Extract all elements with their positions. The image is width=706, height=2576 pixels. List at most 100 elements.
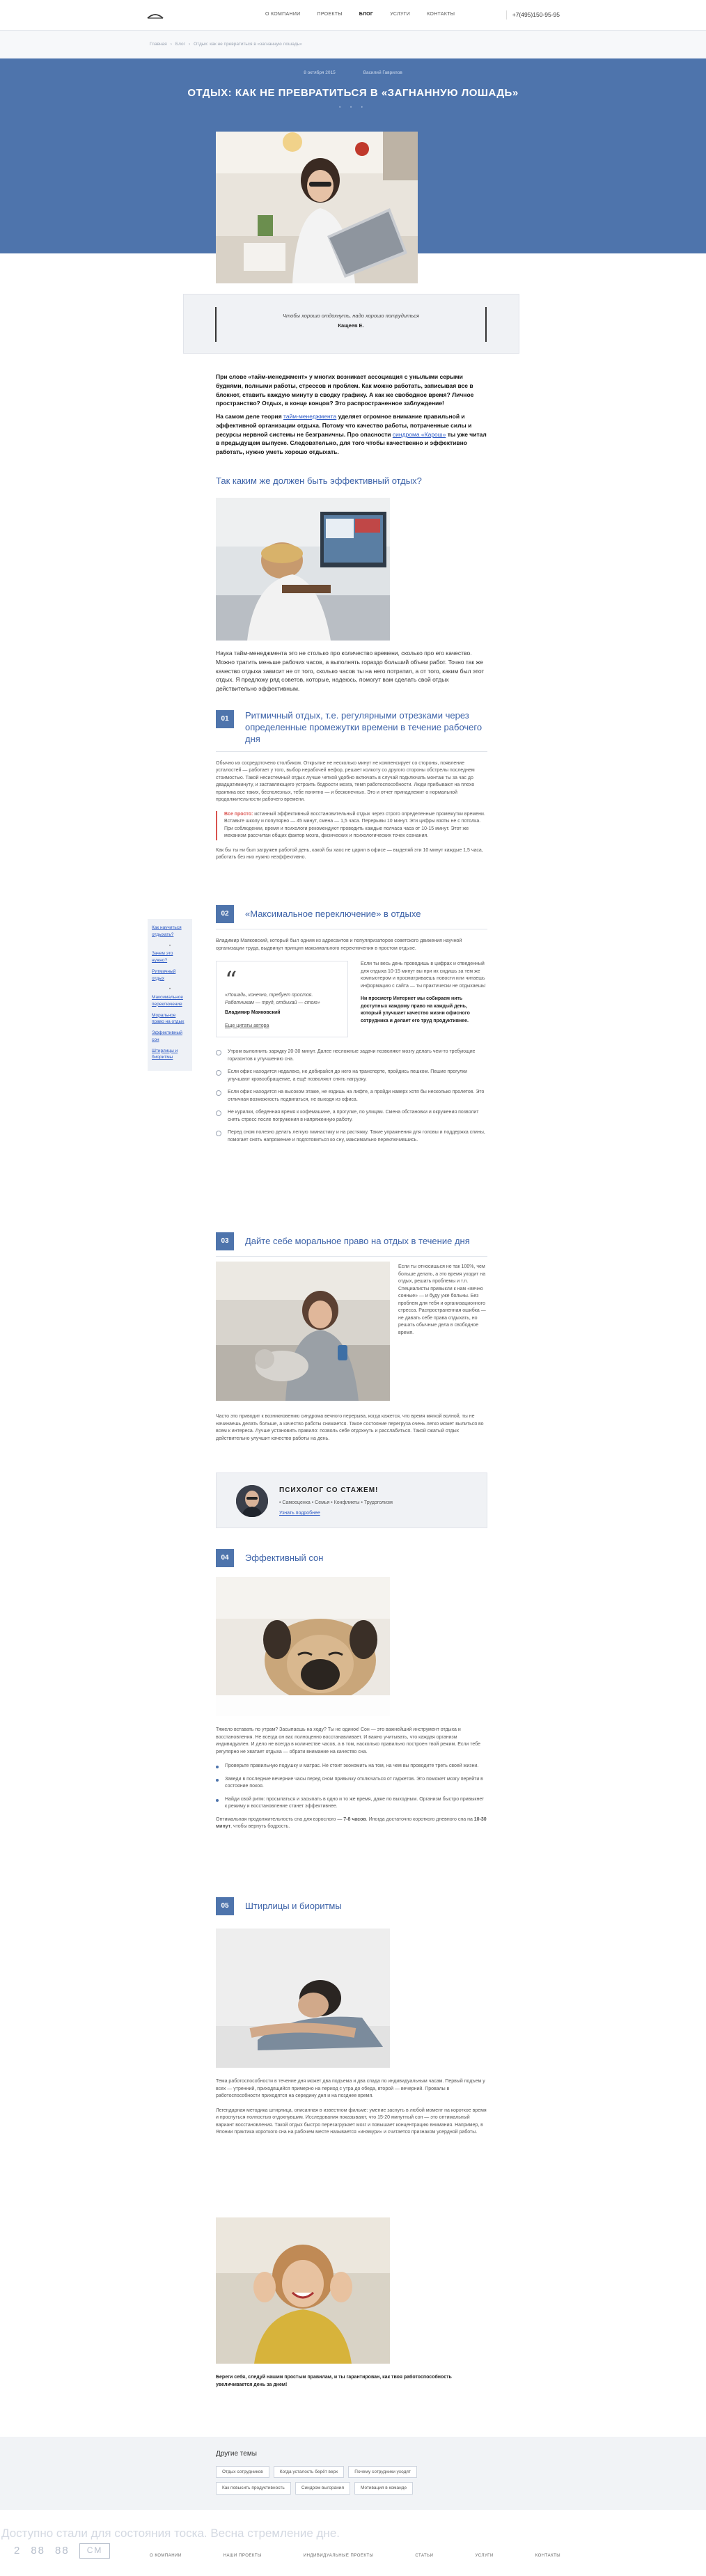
woman-cat-image: [216, 1262, 390, 1401]
main-nav: О компании Проекты Блог Услуги Контакты: [265, 11, 455, 18]
highlight-lead: Все просто:: [224, 811, 253, 817]
footer-nav-item[interactable]: Услуги: [475, 2553, 493, 2559]
article-caption: Береги себя, следуй нашим простым правил…: [216, 2374, 487, 2389]
toc-item[interactable]: Зачем это нужно?: [152, 950, 188, 964]
section-title: Так каким же должен быть эффективный отд…: [216, 476, 422, 486]
footer-counter: 2 88 88 CM: [14, 2543, 111, 2559]
toc-item[interactable]: Эффективный сон: [152, 1030, 188, 1044]
topic-tag[interactable]: Отдых сотрудников: [216, 2466, 269, 2479]
footer-nav-item[interactable]: Контакты: [535, 2553, 560, 2559]
section-02-list: Утром выполнить зарядку 20-30 минут. Дал…: [216, 1049, 487, 1144]
section-02-side-text: Если ты весь день проводишь в цифрах и о…: [361, 961, 486, 989]
section-01-header: 01 Ритмичный отдых, т.е. регулярными отр…: [216, 710, 487, 752]
section-04-title: Эффективный сон: [245, 1553, 324, 1563]
nav-item-company[interactable]: О компании: [265, 11, 300, 18]
section-04-list: Проверьте правильную подушку и матрас. Н…: [216, 1763, 487, 1811]
psychologist-more-link[interactable]: Узнать подробнее: [279, 1510, 320, 1517]
epigraph-author: Кащеев Е.: [338, 322, 364, 329]
footer-nav-item[interactable]: Статьи: [415, 2553, 433, 2559]
list-item: Не курилки, обеденная время к кофемашине…: [216, 1109, 487, 1124]
toc-dot: •: [168, 943, 171, 948]
toc-item[interactable]: Штирлицы и биоритмы: [152, 1048, 188, 1062]
toc-item[interactable]: Максимальное переключение: [152, 994, 188, 1008]
section-02-title: «Максимальное переключение» в отдыхе: [245, 909, 421, 919]
caption-text: Береги себя, следуй нашим простым правил…: [216, 2375, 452, 2387]
breadcrumb-home[interactable]: Главная: [150, 41, 167, 47]
section-03-text: Часто это приводит к возникновению синдр…: [216, 1414, 484, 1441]
section-05-body: Тема работоспособности в течение дня мож…: [216, 2078, 487, 2137]
hero-image-woman-laptop: [216, 132, 418, 283]
footer-button[interactable]: CM: [79, 2543, 111, 2559]
sleep-hours: 7-8 часов: [343, 1816, 366, 1822]
footer-slogan: Доступно стали для состояния тоска. Весн…: [1, 2527, 340, 2540]
footer-nav-item[interactable]: Наши проекты: [223, 2553, 262, 2559]
intro-paragraph-1: При слове «тайм-менеджмент» у многих воз…: [216, 372, 487, 408]
section-03-header: 03 Дайте себе моральное право на отдых в…: [216, 1232, 487, 1257]
breadcrumb-current: Отдых: как не превратиться в «загнанную …: [194, 42, 302, 47]
nav-item-services[interactable]: Услуги: [390, 11, 410, 18]
article-date: 8 октября 2015: [304, 70, 336, 75]
breadcrumb-separator: ›: [170, 42, 172, 47]
article-hero: 8 октября 2015 Василий Гаврилов ОТДЫХ: К…: [0, 58, 706, 283]
topic-tag[interactable]: Когда усталость берёт верх: [273, 2466, 345, 2479]
list-item-text: Проверьте правильную подушку и матрас. Н…: [225, 1764, 479, 1768]
phone-number[interactable]: +7(495)150-95-95: [505, 10, 560, 19]
footer-num: 88: [55, 2545, 70, 2557]
list-item: Если офис находится недалеко, не добирай…: [216, 1069, 487, 1083]
list-item: Утром выполнить зарядку 20-30 минут. Дал…: [216, 1049, 487, 1063]
psychologist-card[interactable]: ПСИХОЛОГ СО СТАЖЕМ! • Самооценка • Семья…: [216, 1472, 487, 1528]
epigraph: Чтобы хорошо отдохнуть, надо хорошо потр…: [215, 307, 487, 342]
section-text: Наука тайм-менеджмента это не столько пр…: [216, 650, 485, 692]
section-03: 03 Дайте себе моральное право на отдых в…: [216, 1232, 487, 1257]
psychologist-tags: • Самооценка • Семья • Конфликты • Трудо…: [279, 1500, 393, 1505]
footer: Доступно стали для состояния тоска. Весн…: [0, 2510, 706, 2576]
section-04: 04 Эффективный сон: [216, 1549, 487, 1573]
intro-text-2a: На самом деле теория: [216, 413, 284, 420]
section-01-highlight: Все просто: истинный эффективный восстан…: [216, 810, 487, 840]
nav-item-contacts[interactable]: Контакты: [427, 11, 455, 18]
breadcrumb: Главная › Блог › Отдых: как не превратит…: [0, 31, 706, 58]
list-item: Проверьте правильную подушку и матрас. Н…: [216, 1763, 487, 1770]
share-dots[interactable]: • • •: [0, 105, 706, 111]
section-number: 05: [216, 1897, 234, 1915]
link-syndrome[interactable]: синдрома «Карош»: [393, 431, 446, 438]
intro-paragraph-2: На самом деле теория тайм-менеджмента уд…: [216, 412, 487, 457]
topic-tag[interactable]: Синдром выгорания: [295, 2482, 350, 2495]
breadcrumb-blog[interactable]: Блог: [175, 41, 185, 47]
topic-tag[interactable]: Мотивация в команде: [354, 2482, 414, 2495]
footer-nav-item[interactable]: Индивидуальные проекты: [304, 2553, 374, 2559]
breadcrumb-separator: ›: [188, 42, 191, 47]
nav-item-blog[interactable]: Блог: [359, 11, 373, 18]
list-item: Если офис находится на высоком этаже, не…: [216, 1089, 487, 1104]
link-time-management[interactable]: тайм-менеджмента: [283, 413, 336, 420]
footer-nav: О компании Наши проекты Индивидуальные п…: [150, 2553, 560, 2559]
author-quotes-link[interactable]: Еще цитаты автора: [225, 1023, 339, 1030]
circle-bullet-icon: [216, 1050, 221, 1055]
toc-item[interactable]: Моральное право на отдых: [152, 1012, 188, 1026]
section-01: 01 Ритмичный отдых, т.е. регулярными отр…: [216, 710, 487, 862]
toc-item[interactable]: Ритмичный отдых: [152, 968, 188, 982]
top-bar: О компании Проекты Блог Услуги Контакты …: [0, 0, 706, 31]
toc-dot: •: [168, 987, 171, 992]
logo-icon[interactable]: [146, 11, 164, 19]
list-item-text: Заведи в последние вечерние часы перед с…: [225, 1776, 483, 1789]
toc-item[interactable]: Как научиться отдыхать?: [152, 925, 188, 938]
section-01-text-3: Как бы ты ни был загружен работой день, …: [216, 847, 483, 861]
section-03-side-text: Если ты относишься не так 100%, чем боль…: [398, 1264, 486, 1335]
section-02-side: Если ты весь день проводишь в цифрах и о…: [361, 961, 487, 1037]
topic-tag[interactable]: Почему сотрудники уходят: [348, 2466, 417, 2479]
section-02-text-1: Владимир Маяковский, который был одним и…: [216, 938, 462, 951]
article-author[interactable]: Василий Гаврилов: [363, 70, 402, 76]
other-topics-tags: Отдых сотрудников Когда усталость берёт …: [216, 2466, 494, 2495]
tired-man-image: [216, 1929, 390, 2068]
topic-tag[interactable]: Как повысить продуктивность: [216, 2482, 291, 2495]
section-number: 03: [216, 1232, 234, 1250]
section-02-quote-row: “ «Лошадь, конечно, требует простоя. Раб…: [216, 961, 487, 1037]
section-04-body: Тяжело вставать по утрам? Засыпаешь на х…: [216, 1727, 487, 1831]
footer-num: 2: [14, 2545, 22, 2557]
nav-item-projects[interactable]: Проекты: [317, 11, 342, 18]
footer-nav-item[interactable]: О компании: [150, 2553, 182, 2559]
intro-text-1: При слове «тайм-менеджмент» у многих воз…: [216, 373, 474, 407]
section-04-text-2: Оптимальная продолжительность сна для вз…: [216, 1816, 487, 1831]
circle-bullet-icon: [216, 1131, 221, 1136]
